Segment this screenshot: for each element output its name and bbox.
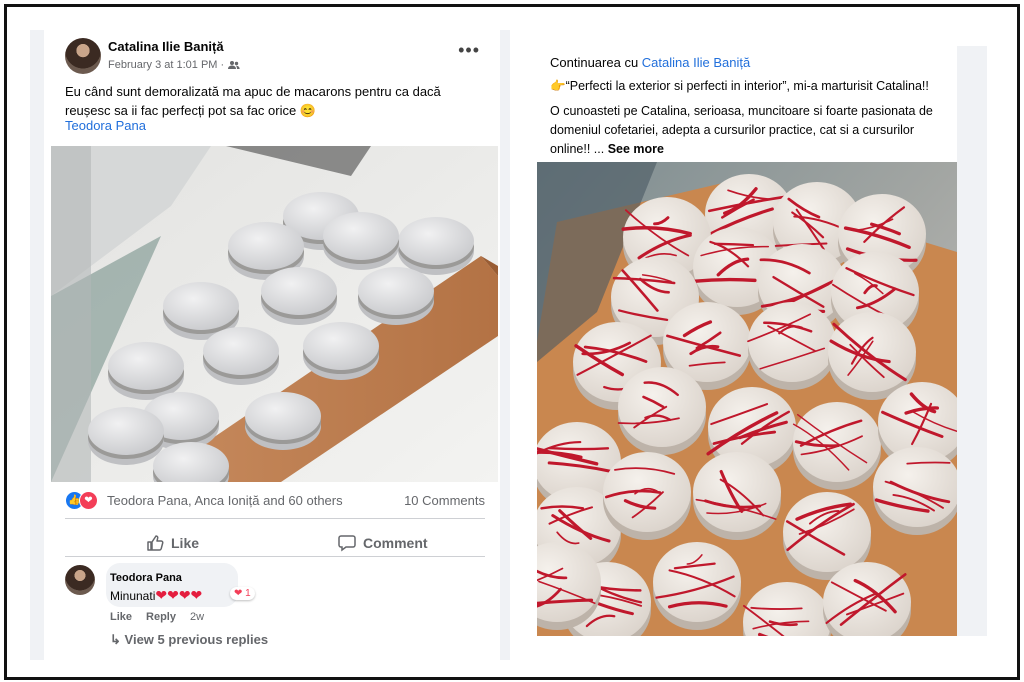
- post-heading: Continuarea cu Catalina Ilie Baniță: [550, 55, 750, 70]
- comment-label: Comment: [363, 535, 428, 551]
- macaron-shape: [693, 452, 781, 540]
- feed-background: [500, 30, 510, 660]
- comment-button[interactable]: Comment: [338, 528, 428, 558]
- commenter-avatar[interactable]: [65, 565, 95, 595]
- right-post-card: Continuarea cu Catalina Ilie Baniță 👉“Pe…: [537, 46, 957, 636]
- post-quote: 👉“Perfecti la exterior si perfecti in in…: [550, 79, 950, 94]
- post-photo-macarons[interactable]: [51, 146, 498, 482]
- comment-reaction-count[interactable]: ❤ 1: [230, 587, 255, 600]
- comment-icon: [338, 535, 356, 552]
- author-name[interactable]: Catalina Ilie Baniță: [108, 39, 224, 54]
- post-timestamp[interactable]: February 3 at 1:01 PM ·: [108, 59, 240, 71]
- post-text: Eu când sunt demoralizată ma apuc de mac…: [65, 84, 441, 118]
- reaction-names[interactable]: Teodora Pana, Anca Ioniță and 60 others: [107, 493, 343, 508]
- heading-author-link[interactable]: Catalina Ilie Baniță: [642, 55, 750, 70]
- drizzled-macarons-image: [537, 162, 957, 636]
- more-options-icon[interactable]: •••: [458, 40, 480, 61]
- heart-emojis: ❤❤❤❤: [155, 587, 203, 603]
- macaron-shape: [603, 452, 691, 540]
- friends-audience-icon: [228, 61, 240, 69]
- quote-text: “Perfecti la exterior si perfecti in int…: [565, 79, 929, 93]
- timestamp-text: February 3 at 1:01 PM ·: [108, 59, 225, 71]
- comment-reaction-text: ❤ 1: [234, 588, 251, 599]
- like-label: Like: [171, 535, 200, 551]
- macaron-stack-image: [51, 146, 498, 482]
- left-post-card: Catalina Ilie Baniță February 3 at 1:01 …: [48, 28, 498, 658]
- comment-text: Minunati❤❤❤❤: [110, 587, 202, 604]
- view-previous-replies[interactable]: ↳ View 5 previous replies: [110, 632, 268, 648]
- comment-like-link[interactable]: Like: [110, 611, 132, 623]
- macaron-shape: [617, 367, 706, 455]
- reply-arrow-icon: ↳: [110, 632, 121, 647]
- feed-background: [30, 30, 44, 660]
- comment-actions: Like Reply 2w: [110, 611, 204, 623]
- feed-background: [957, 46, 987, 636]
- love-reaction-icon: ❤: [79, 491, 98, 510]
- post-photo-drizzled-macarons[interactable]: [537, 162, 957, 636]
- reactions-summary[interactable]: 👍 ❤ Teodora Pana, Anca Ioniță and 60 oth…: [65, 491, 485, 511]
- commenter-name[interactable]: Teodora Pana: [110, 572, 182, 584]
- post-body: O cunoasteti pe Catalina, serioasa, munc…: [550, 102, 950, 159]
- mentioned-user-link[interactable]: Teodora Pana: [65, 118, 146, 133]
- macaron-shape: [653, 542, 741, 630]
- comment-body: Minunati: [110, 589, 156, 603]
- author-avatar[interactable]: [65, 38, 101, 74]
- divider: [65, 556, 485, 557]
- view-replies-label: View 5 previous replies: [124, 632, 269, 647]
- like-button[interactable]: Like: [146, 528, 199, 558]
- comments-count[interactable]: 10 Comments: [404, 493, 485, 508]
- macaron-shape: [747, 302, 836, 390]
- macaron-shape: [873, 447, 957, 535]
- pointing-hand-icon: 👉: [550, 79, 566, 93]
- heading-prefix: Continuarea cu: [550, 55, 642, 70]
- macaron-shape: [792, 402, 881, 490]
- divider: [65, 518, 485, 519]
- see-more-link[interactable]: See more: [608, 142, 664, 156]
- thumbs-up-icon: [147, 535, 164, 551]
- comment-age: 2w: [189, 611, 205, 623]
- comment-reply-link[interactable]: Reply: [146, 611, 176, 623]
